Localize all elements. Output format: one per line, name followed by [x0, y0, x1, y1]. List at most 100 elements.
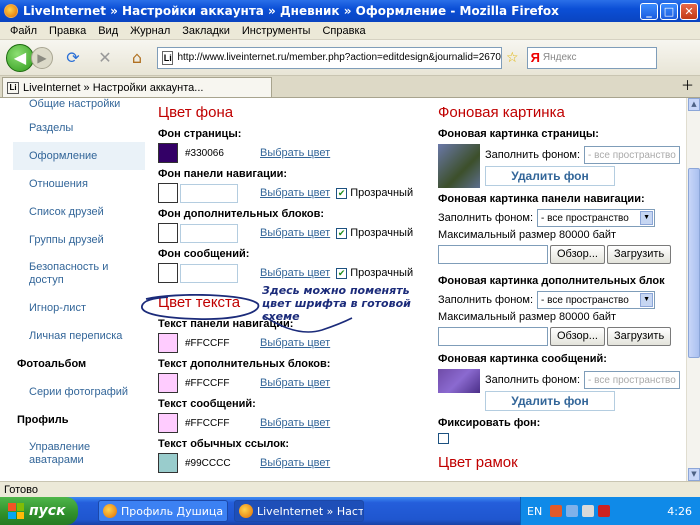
extra-bg-input[interactable]: [180, 223, 238, 243]
stop-icon[interactable]: ✕: [93, 46, 117, 70]
sidebar-item-avatars[interactable]: Управление аватарами: [13, 434, 145, 474]
page-bg-swatch[interactable]: [158, 143, 178, 163]
bookmark-star-icon[interactable]: ☆: [506, 50, 519, 66]
extra-browse-button[interactable]: Обзор...: [550, 326, 605, 346]
extra-bg-swatch[interactable]: [158, 223, 178, 243]
tray-volume-icon[interactable]: [582, 505, 595, 517]
sidebar-item-general[interactable]: Общие настройки: [13, 98, 145, 114]
settings-sidebar: Общие настройки Разделы Оформление Отнош…: [13, 98, 145, 474]
taskbar-item-liveinternet[interactable]: LiveInternet » Настр...: [234, 500, 364, 522]
nav-upload-button[interactable]: Загрузить: [606, 244, 672, 264]
sidebar-item-friends-list[interactable]: Список друзей: [13, 198, 145, 226]
section-title-frame-color: Цвет рамок: [438, 454, 518, 471]
tab-bar: Li LiveInternet » Настройки аккаунта... …: [0, 76, 700, 98]
minimize-button[interactable]: _: [640, 2, 658, 20]
extra-text-swatch[interactable]: [158, 373, 178, 393]
extra-fill-label: Заполнить фоном:: [438, 294, 534, 306]
background-image-settings: Фоновая картинка Фоновая картинка страни…: [438, 98, 686, 474]
sidebar-item-design[interactable]: Оформление: [13, 142, 145, 170]
nav-file-input[interactable]: [438, 244, 548, 264]
menu-history[interactable]: Журнал: [124, 25, 176, 37]
nav-bg-transparent-label: Прозрачный: [350, 187, 414, 199]
page-bg-pick-link[interactable]: Выбрать цвет: [260, 147, 330, 159]
nav-max-size: Максимальный размер 80000 байт: [438, 229, 616, 241]
tray-app-icon[interactable]: [550, 505, 563, 517]
site-favicon: Li: [162, 50, 174, 65]
nav-browse-button[interactable]: Обзор...: [550, 244, 605, 264]
msg-bg-thumbnail: [438, 369, 480, 393]
sidebar-item-photo-series[interactable]: Серии фотографий: [13, 378, 145, 406]
msg-bg-transparent-checkbox[interactable]: ✔: [336, 267, 348, 279]
page-scrollbar[interactable]: ▲ ▼: [686, 98, 700, 481]
search-placeholder: Яндекс: [542, 52, 577, 63]
page-content: Общие настройки Разделы Оформление Отнош…: [0, 98, 686, 481]
sidebar-item-relations[interactable]: Отношения: [13, 170, 145, 198]
tray-network-icon[interactable]: [566, 505, 579, 517]
msg-delete-bg-button[interactable]: Удалить фон: [485, 391, 615, 411]
msg-text-input[interactable]: #FFCCFF: [180, 413, 238, 433]
links-text-input[interactable]: #99CCCC: [180, 453, 238, 473]
msg-text-pick-link[interactable]: Выбрать цвет: [260, 417, 330, 429]
menu-tools[interactable]: Инструменты: [236, 25, 317, 37]
search-bar[interactable]: Я Яндекс: [526, 46, 657, 69]
language-indicator[interactable]: EN: [527, 505, 542, 518]
msg-bg-swatch[interactable]: [158, 263, 178, 283]
sidebar-item-private-messages[interactable]: Личная переписка: [13, 322, 145, 350]
page-bg-input[interactable]: #330066: [180, 143, 238, 163]
menu-view[interactable]: Вид: [92, 25, 124, 37]
nav-bg-pick-link[interactable]: Выбрать цвет: [260, 187, 330, 199]
menu-help[interactable]: Справка: [316, 25, 371, 37]
nav-bg-swatch[interactable]: [158, 183, 178, 203]
back-button[interactable]: ◀: [6, 43, 34, 72]
msg-bg-input[interactable]: [180, 263, 238, 283]
start-button[interactable]: пуск: [0, 497, 78, 525]
forward-button[interactable]: ▶: [31, 46, 53, 69]
extra-upload-button[interactable]: Загрузить: [606, 326, 672, 346]
sidebar-item-friend-groups[interactable]: Группы друзей: [13, 226, 145, 254]
firefox-icon: [239, 504, 253, 518]
msg-text-swatch[interactable]: [158, 413, 178, 433]
page-delete-bg-button[interactable]: Удалить фон: [485, 166, 615, 186]
nav-fill-select[interactable]: - все пространство ▼: [537, 209, 656, 227]
links-text-swatch[interactable]: [158, 453, 178, 473]
tab-favicon: Li: [7, 81, 19, 94]
extra-bg-transparent-checkbox[interactable]: ✔: [336, 227, 348, 239]
nav-bg-transparent-checkbox[interactable]: ✔: [336, 187, 348, 199]
extra-fill-select[interactable]: - все пространство ▼: [537, 291, 656, 309]
close-button[interactable]: ✕: [680, 2, 698, 20]
sidebar-item-sections[interactable]: Разделы: [13, 114, 145, 142]
label-extra-text: Текст дополнительных блоков:: [158, 358, 331, 370]
scroll-thumb[interactable]: [688, 168, 700, 358]
home-icon[interactable]: ⌂: [125, 46, 149, 70]
fix-bg-checkbox[interactable]: [438, 433, 449, 444]
scroll-up-icon[interactable]: ▲: [688, 98, 700, 111]
menu-edit[interactable]: Правка: [43, 25, 92, 37]
status-text: Готово: [4, 483, 38, 496]
tray-security-icon[interactable]: [598, 505, 611, 517]
extra-text-input[interactable]: #FFCCFF: [180, 373, 238, 393]
msg-bg-pick-link[interactable]: Выбрать цвет: [260, 267, 330, 279]
msg-bg-transparent-label: Прозрачный: [350, 267, 414, 279]
tab-liveinternet[interactable]: Li LiveInternet » Настройки аккаунта...: [2, 77, 272, 97]
menu-file[interactable]: Файл: [4, 25, 43, 37]
new-tab-icon[interactable]: ＋: [681, 75, 694, 94]
label-nav-bg-image: Фоновая картинка панели навигации:: [438, 193, 645, 205]
menu-bookmarks[interactable]: Закладки: [176, 25, 236, 37]
maximize-button[interactable]: □: [660, 2, 678, 20]
links-text-pick-link[interactable]: Выбрать цвет: [260, 457, 330, 469]
extra-text-pick-link[interactable]: Выбрать цвет: [260, 377, 330, 389]
nav-text-swatch[interactable]: [158, 333, 178, 353]
extra-file-input[interactable]: [438, 326, 548, 346]
url-bar[interactable]: Li http://www.liveinternet.ru/member.php…: [157, 46, 502, 69]
sidebar-item-ignore-list[interactable]: Игнор-лист: [13, 294, 145, 322]
scroll-down-icon[interactable]: ▼: [688, 468, 700, 481]
tab-label: LiveInternet » Настройки аккаунта...: [23, 81, 204, 94]
label-page-bg: Фон страницы:: [158, 128, 242, 140]
reload-icon[interactable]: ⟳: [61, 46, 85, 70]
nav-bg-input[interactable]: [180, 183, 238, 203]
window-title: LiveInternet » Настройки аккаунта » Днев…: [23, 4, 559, 18]
extra-bg-pick-link[interactable]: Выбрать цвет: [260, 227, 330, 239]
nav-text-input[interactable]: #FFCCFF: [180, 333, 238, 353]
taskbar-item-profile[interactable]: Профиль Душица - ...: [98, 500, 228, 522]
sidebar-item-security[interactable]: Безопасность и доступ: [13, 254, 145, 294]
